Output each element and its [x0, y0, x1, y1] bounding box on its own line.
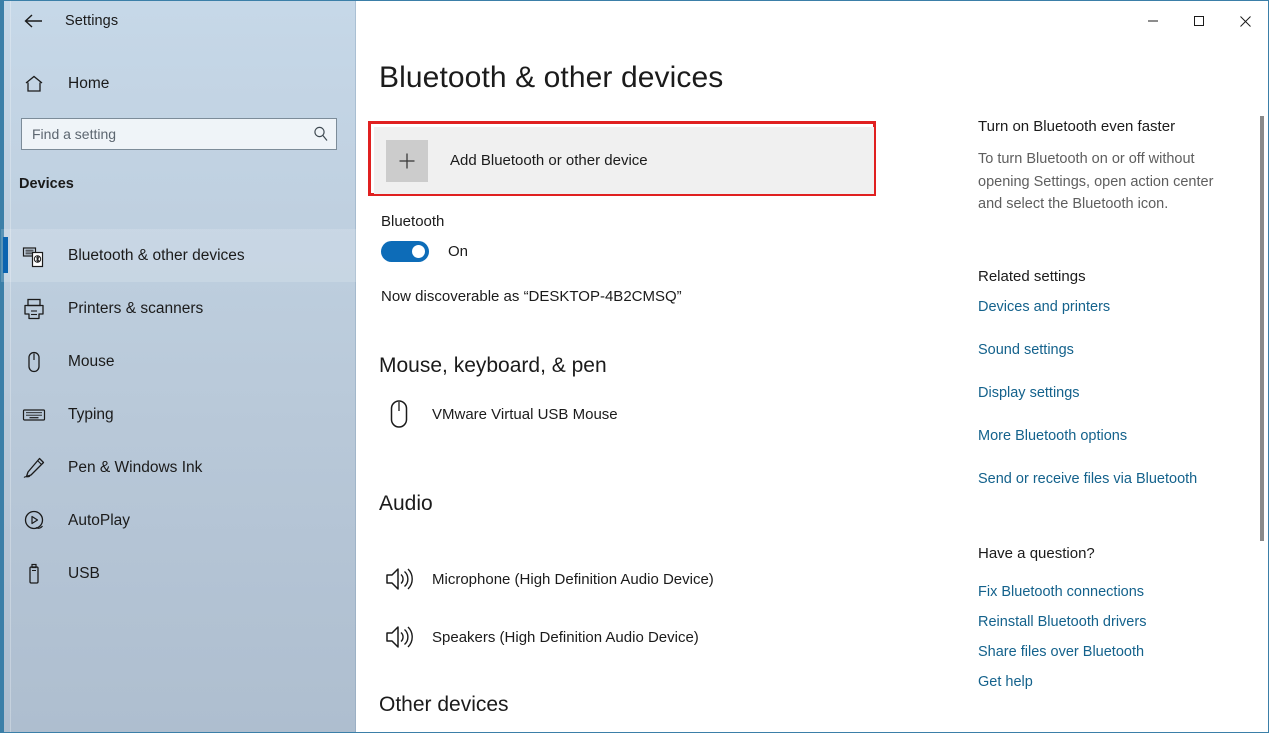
bluetooth-section-label: Bluetooth: [381, 213, 444, 230]
mouse-icon: [379, 394, 419, 434]
speaker-icon: [379, 617, 419, 657]
sidebar-item-mouse[interactable]: Mouse: [1, 335, 356, 388]
bluetooth-toggle[interactable]: [381, 241, 429, 262]
sidebar-section-label: Devices: [19, 176, 74, 192]
device-name: Speakers (High Definition Audio Device): [432, 629, 699, 646]
content-scrollbar[interactable]: [1255, 41, 1269, 733]
device-row[interactable]: VMware Virtual USB Mouse: [379, 392, 618, 436]
sidebar-item-usb[interactable]: USB: [1, 547, 356, 600]
printer-icon: [20, 295, 48, 323]
link-share-files-over-bluetooth[interactable]: Share files over Bluetooth: [978, 644, 1144, 660]
autoplay-icon: [20, 507, 48, 535]
have-a-question-heading: Have a question?: [978, 545, 1095, 562]
discoverable-text: Now discoverable as “DESKTOP-4B2CMSQ”: [381, 288, 682, 305]
tip-body: To turn Bluetooth on or off without open…: [978, 148, 1223, 216]
link-reinstall-bluetooth-drivers[interactable]: Reinstall Bluetooth drivers: [978, 614, 1146, 630]
sidebar-item-label: USB: [68, 565, 100, 583]
group-heading-other-devices: Other devices: [379, 693, 509, 717]
link-fix-bluetooth-connections[interactable]: Fix Bluetooth connections: [978, 584, 1144, 600]
group-heading-audio: Audio: [379, 492, 433, 516]
sidebar-item-autoplay[interactable]: AutoPlay: [1, 494, 356, 547]
toggle-knob: [412, 245, 425, 258]
sidebar-nav-list: Bluetooth & other devices Printers & scan…: [1, 229, 356, 600]
bluetooth-devices-icon: [20, 242, 48, 270]
sidebar-item-bluetooth-other-devices[interactable]: Bluetooth & other devices: [1, 229, 356, 282]
app-title: Settings: [65, 13, 118, 29]
plus-icon: [386, 140, 428, 182]
scrollbar-thumb[interactable]: [1260, 116, 1264, 541]
bluetooth-toggle-row: On: [381, 241, 468, 262]
mouse-icon: [20, 348, 48, 376]
device-row[interactable]: Microphone (High Definition Audio Device…: [379, 557, 714, 601]
link-display-settings[interactable]: Display settings: [978, 385, 1080, 401]
device-name: Microphone (High Definition Audio Device…: [432, 571, 714, 588]
sidebar: Settings Home Devices Bluetooth & other …: [1, 1, 356, 733]
sidebar-item-home[interactable]: Home: [1, 65, 356, 103]
link-get-help[interactable]: Get help: [978, 674, 1033, 690]
sidebar-item-label: Bluetooth & other devices: [68, 247, 245, 265]
sidebar-item-label: Pen & Windows Ink: [68, 459, 202, 477]
search-input[interactable]: [22, 126, 306, 142]
tip-heading: Turn on Bluetooth even faster: [978, 118, 1175, 135]
related-settings-heading: Related settings: [978, 268, 1086, 285]
link-devices-and-printers[interactable]: Devices and printers: [978, 299, 1110, 315]
page-title: Bluetooth & other devices: [379, 61, 723, 95]
device-row[interactable]: Speakers (High Definition Audio Device): [379, 615, 699, 659]
settings-window: Settings Home Devices Bluetooth & other …: [0, 0, 1269, 733]
sidebar-item-home-label: Home: [68, 75, 109, 93]
maximize-icon[interactable]: [1176, 1, 1222, 41]
home-icon: [21, 71, 47, 97]
sidebar-item-label: AutoPlay: [68, 512, 130, 530]
sidebar-item-typing[interactable]: Typing: [1, 388, 356, 441]
add-device-highlight: Add Bluetooth or other device: [368, 121, 876, 196]
usb-icon: [20, 560, 48, 588]
sidebar-item-label: Mouse: [68, 353, 115, 371]
group-heading-mouse-keyboard-pen: Mouse, keyboard, & pen: [379, 354, 607, 378]
add-bluetooth-device-button[interactable]: Add Bluetooth or other device: [374, 127, 874, 194]
sidebar-item-printers-scanners[interactable]: Printers & scanners: [1, 282, 356, 335]
window-controls: [1130, 1, 1268, 41]
minimize-icon[interactable]: [1130, 1, 1176, 41]
sidebar-item-label: Printers & scanners: [68, 300, 203, 318]
title-bar: Settings: [1, 1, 356, 41]
link-send-receive-files[interactable]: Send or receive files via Bluetooth: [978, 471, 1197, 487]
link-more-bluetooth-options[interactable]: More Bluetooth options: [978, 428, 1127, 444]
pen-icon: [20, 454, 48, 482]
link-sound-settings[interactable]: Sound settings: [978, 342, 1074, 358]
close-icon[interactable]: [1222, 1, 1268, 41]
selection-indicator: [3, 237, 8, 273]
search-box[interactable]: [21, 118, 337, 150]
keyboard-icon: [20, 401, 48, 429]
main-content: Bluetooth & other devices Add Bluetooth …: [356, 41, 1269, 733]
search-icon: [306, 119, 336, 149]
sidebar-item-pen-windows-ink[interactable]: Pen & Windows Ink: [1, 441, 356, 494]
add-device-label: Add Bluetooth or other device: [450, 152, 648, 169]
back-arrow-icon[interactable]: [19, 6, 49, 36]
device-name: VMware Virtual USB Mouse: [432, 406, 618, 423]
bluetooth-toggle-state: On: [448, 243, 468, 260]
speaker-icon: [379, 559, 419, 599]
sidebar-item-label: Typing: [68, 406, 114, 424]
